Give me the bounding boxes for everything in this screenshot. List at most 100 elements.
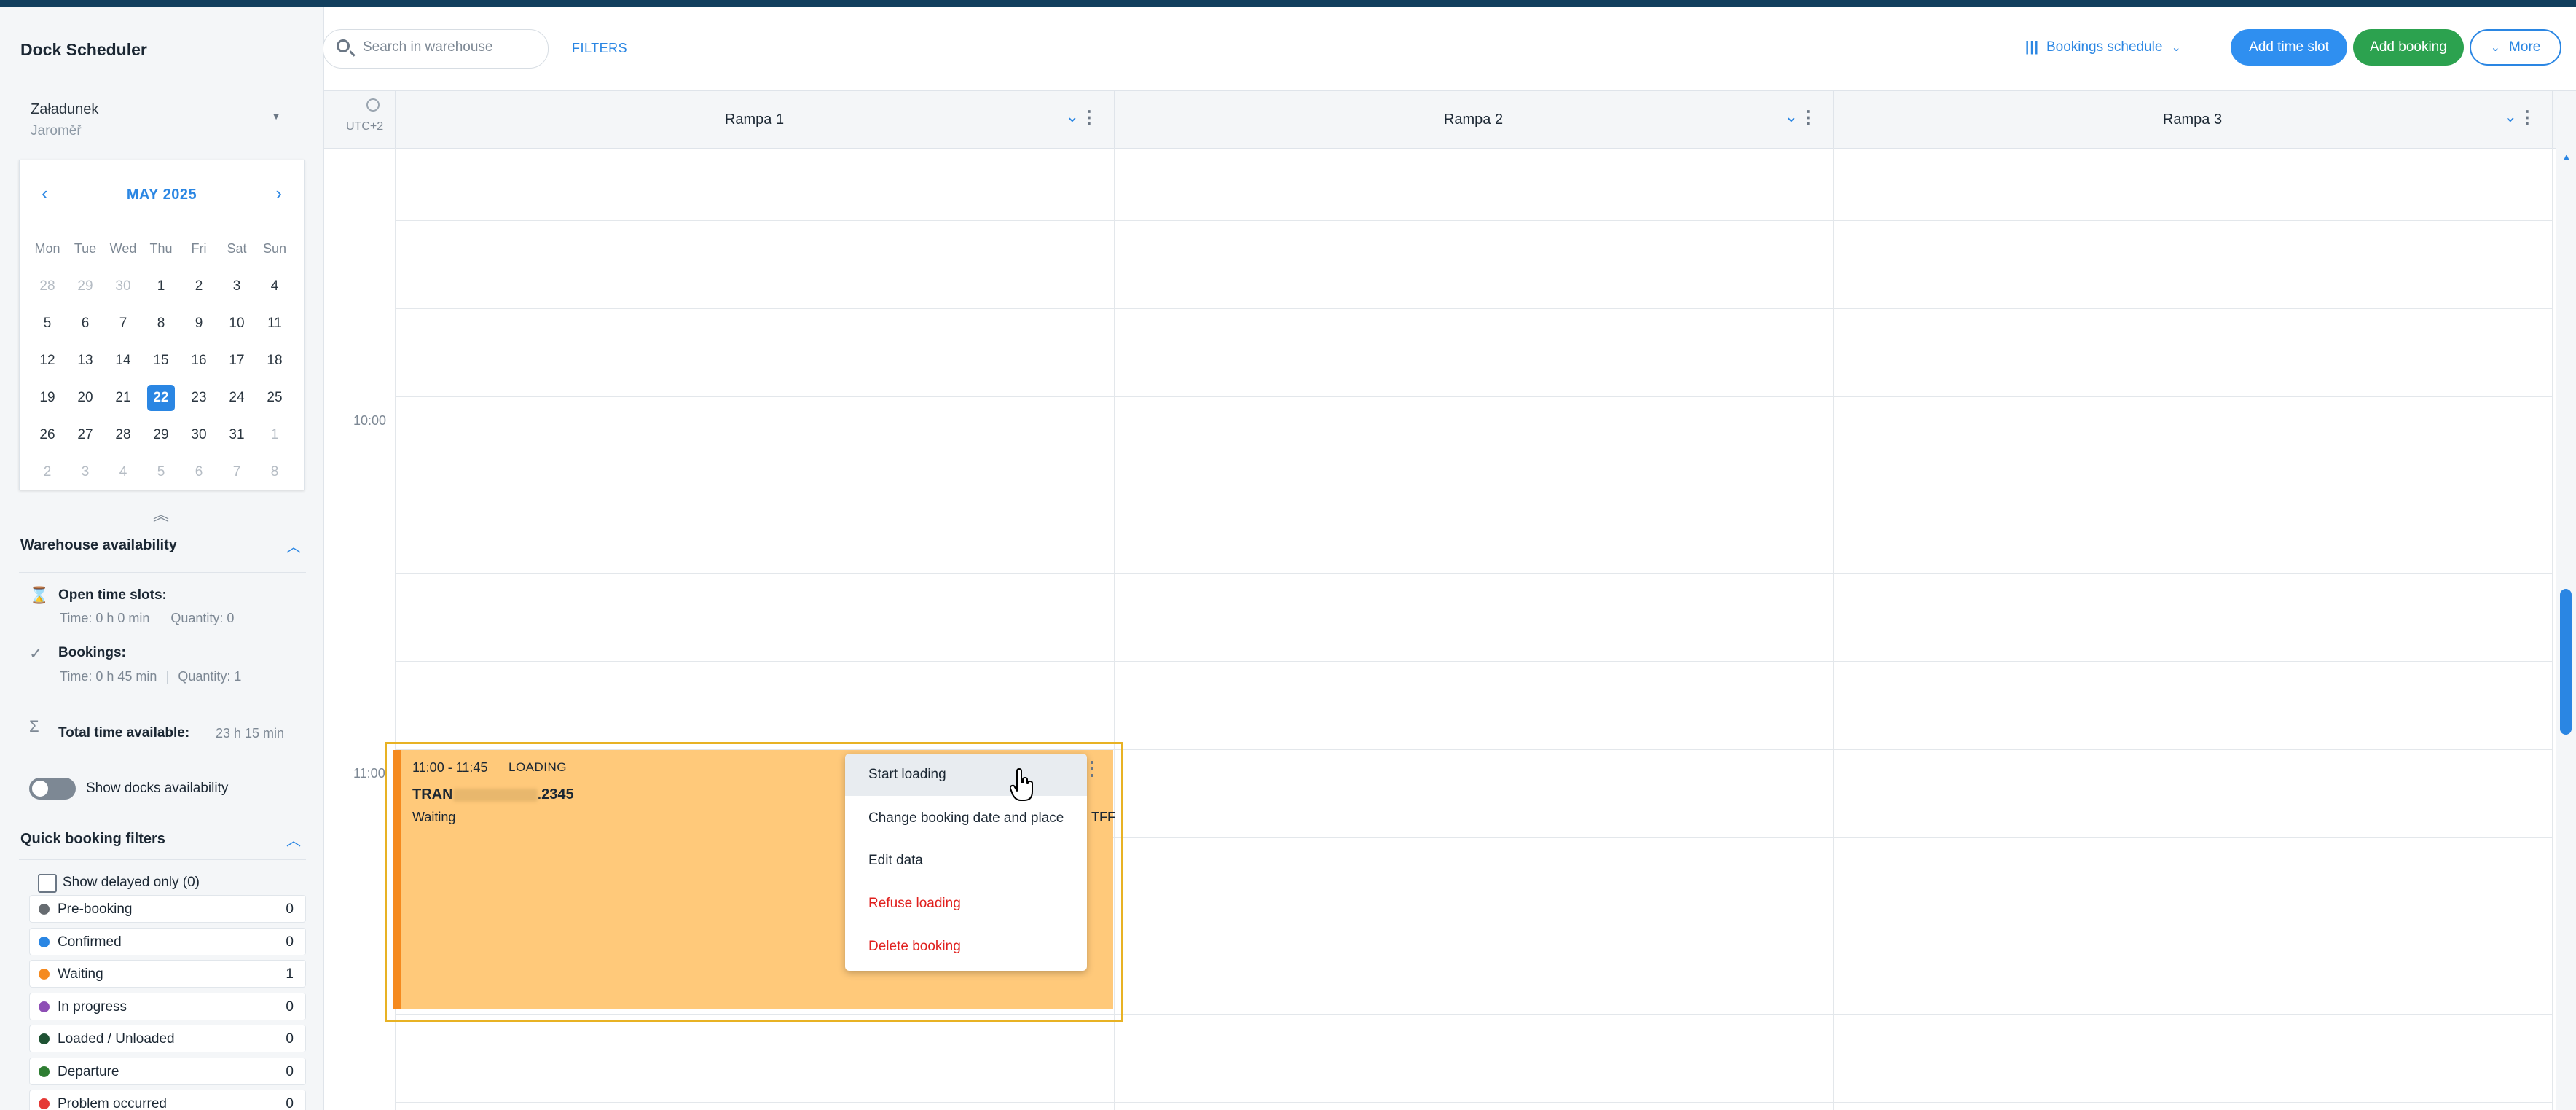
quick-filters-title: Quick booking filters <box>20 831 165 847</box>
add-booking-button[interactable]: Add booking <box>2353 29 2464 66</box>
calendar-day[interactable]: 1 <box>142 267 180 305</box>
calendar-day[interactable]: 22 <box>142 379 180 416</box>
calendar-day[interactable]: 8 <box>142 305 180 342</box>
menu-item-start-loading[interactable]: Start loading <box>845 754 1087 796</box>
status-dot-icon <box>39 904 50 915</box>
menu-item-delete-booking[interactable]: Delete booking <box>845 926 1087 968</box>
calendar-day[interactable]: 11 <box>256 305 294 342</box>
quick-filter-waiting[interactable]: Waiting 1 <box>29 960 306 988</box>
more-button[interactable]: ⌄ More <box>2470 29 2561 66</box>
calendar-day[interactable]: 13 <box>66 342 104 379</box>
delayed-only-checkbox[interactable] <box>38 874 57 893</box>
calendar-day[interactable]: 21 <box>104 379 142 416</box>
quick-filter-pre-booking[interactable]: Pre-booking 0 <box>29 895 306 923</box>
calendar-day[interactable]: 5 <box>142 453 180 490</box>
vertical-scrollbar[interactable]: ▲ <box>2556 148 2576 1110</box>
calendar-day[interactable]: 7 <box>218 453 256 490</box>
calendar-day[interactable]: 17 <box>218 342 256 379</box>
menu-item-edit-data[interactable]: Edit data <box>845 840 1087 882</box>
quick-filter-loaded-unloaded[interactable]: Loaded / Unloaded 0 <box>29 1025 306 1052</box>
add-time-slot-button[interactable]: Add time slot <box>2231 29 2347 66</box>
search-input[interactable] <box>361 39 539 56</box>
quick-filter-count: 0 <box>286 1031 294 1047</box>
quick-filter-departure[interactable]: Departure 0 <box>29 1057 306 1085</box>
search-box[interactable] <box>323 29 549 69</box>
timezone-cell: UTC+2 <box>324 91 396 148</box>
weekday-header: Thu <box>149 241 173 256</box>
warehouse-availability-title: Warehouse availability <box>20 537 177 553</box>
chevron-up-icon[interactable]: ︿ <box>286 535 301 556</box>
calendar-day[interactable]: 10 <box>218 305 256 342</box>
scroll-up-icon[interactable]: ▲ <box>2561 151 2572 163</box>
dock-name: Rampa 3 <box>2162 112 2223 128</box>
timezone-label: UTC+2 <box>346 120 384 133</box>
calendar-day[interactable]: 2 <box>28 453 66 490</box>
calendar-day[interactable]: 24 <box>218 379 256 416</box>
calendar-day[interactable]: 8 <box>256 453 294 490</box>
bookings-qty: Quantity: 1 <box>178 669 242 684</box>
calendar-day[interactable]: 30 <box>180 416 218 453</box>
kebab-menu-icon[interactable]: ⋮ <box>1799 107 1817 128</box>
view-switch[interactable]: ||| Bookings schedule ⌄ <box>2025 39 2181 55</box>
calendar-day[interactable]: 20 <box>66 379 104 416</box>
scroll-thumb[interactable] <box>2560 589 2572 735</box>
calendar-day[interactable]: 28 <box>28 267 66 305</box>
calendar-day[interactable]: 19 <box>28 379 66 416</box>
calendar-day[interactable]: 5 <box>28 305 66 342</box>
menu-item-change-date-place[interactable]: Change booking date and place <box>845 797 1087 840</box>
kebab-menu-icon[interactable]: ⋮ <box>1080 107 1098 128</box>
calendar-day[interactable]: 16 <box>180 342 218 379</box>
calendar-day[interactable]: 12 <box>28 342 66 379</box>
calendar-day[interactable]: 26 <box>28 416 66 453</box>
calendar-day[interactable]: 3 <box>218 267 256 305</box>
quick-filter-confirmed[interactable]: Confirmed 0 <box>29 927 306 955</box>
quick-filter-problem-occurred[interactable]: Problem occurred 0 <box>29 1090 306 1110</box>
calendar-day[interactable]: 4 <box>104 453 142 490</box>
booking-ref-suffix: .2345 <box>537 786 574 802</box>
calendar-day[interactable]: 9 <box>180 305 218 342</box>
chevron-down-icon[interactable]: ⌄ <box>1785 107 1798 126</box>
calendar-day[interactable]: 7 <box>104 305 142 342</box>
calendar-day[interactable]: 3 <box>66 453 104 490</box>
filters-button[interactable]: FILTERS <box>572 41 627 56</box>
time-gridline <box>395 661 2553 662</box>
chevron-up-icon[interactable]: ︿ <box>286 829 301 850</box>
chevron-down-icon[interactable]: ⌄ <box>1066 107 1079 126</box>
calendar-day[interactable]: 29 <box>66 267 104 305</box>
calendar-day[interactable]: 23 <box>180 379 218 416</box>
chevron-right-icon[interactable]: › <box>275 182 282 205</box>
schedule-header: UTC+2 Rampa 1 ⌄ ⋮ Rampa 2 ⌄ ⋮ Rampa 3 ⌄ … <box>324 90 2576 149</box>
calendar-day[interactable]: 4 <box>256 267 294 305</box>
calendar-day[interactable]: 28 <box>104 416 142 453</box>
quick-filter-in-progress[interactable]: In progress 0 <box>29 992 306 1020</box>
dock-name: Rampa 1 <box>724 112 785 128</box>
calendar-day[interactable]: 15 <box>142 342 180 379</box>
chevron-down-icon[interactable]: ⌄ <box>2504 107 2517 126</box>
calendar-month[interactable]: MAY 2025 <box>20 187 304 203</box>
collapse-calendar-icon[interactable]: ︽ <box>153 502 169 525</box>
calendar-day[interactable]: 1 <box>256 416 294 453</box>
calendar-day[interactable]: 18 <box>256 342 294 379</box>
booking-context-menu: Start loading Change booking date and pl… <box>845 754 1087 971</box>
open-slots-qty: Quantity: 0 <box>170 611 235 625</box>
quick-filter-label: Departure <box>58 1063 119 1079</box>
calendar-day[interactable]: 14 <box>104 342 142 379</box>
calendar-day[interactable]: 31 <box>218 416 256 453</box>
booking-reference: TRAN .2345 <box>412 786 574 803</box>
menu-item-refuse-loading[interactable]: Refuse loading <box>845 883 1087 925</box>
time-label-11: 11:00 <box>353 766 385 781</box>
calendar-day[interactable]: 6 <box>66 305 104 342</box>
show-docks-toggle[interactable] <box>29 778 76 800</box>
warehouse-select[interactable]: Załadunek Jaroměř ▼ <box>20 88 288 146</box>
more-label: More <box>2509 39 2541 55</box>
quick-filter-label: In progress <box>58 998 127 1015</box>
dock-header-rampa-1: Rampa 1 ⌄ ⋮ <box>395 91 1115 148</box>
kebab-menu-icon[interactable]: ⋮ <box>2518 107 2536 128</box>
calendar-day[interactable]: 2 <box>180 267 218 305</box>
calendar-day[interactable]: 27 <box>66 416 104 453</box>
calendar-day[interactable]: 30 <box>104 267 142 305</box>
show-docks-label: Show docks availability <box>86 781 229 796</box>
calendar-day[interactable]: 25 <box>256 379 294 416</box>
calendar-day[interactable]: 6 <box>180 453 218 490</box>
calendar-day[interactable]: 29 <box>142 416 180 453</box>
